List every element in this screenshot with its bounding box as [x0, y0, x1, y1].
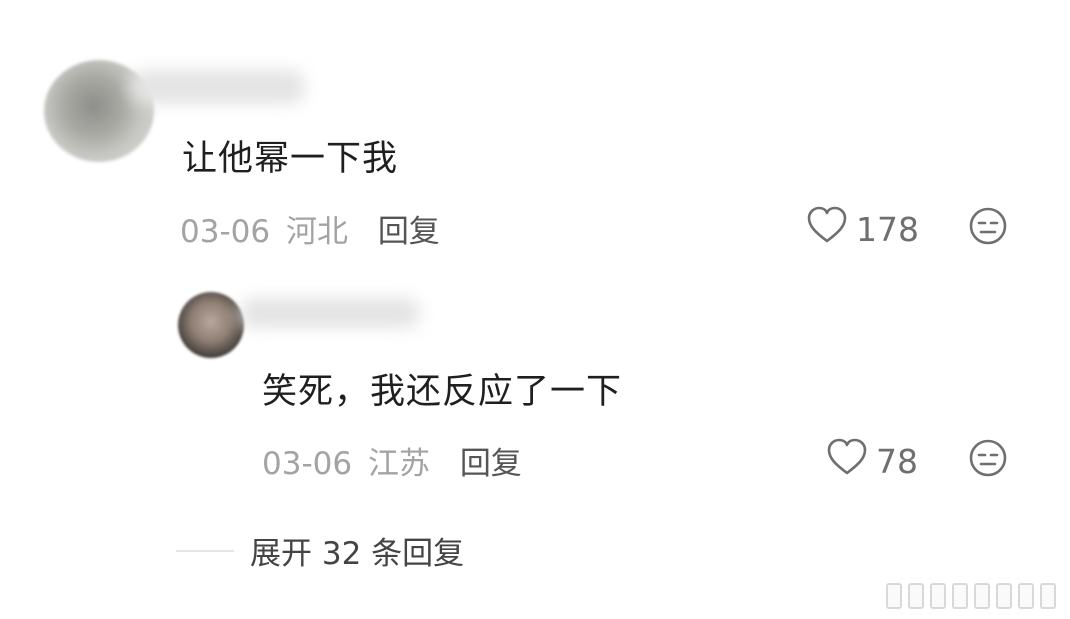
reply-location: 江苏 [367, 446, 430, 482]
watermark-block [886, 583, 902, 609]
reply-avatar[interactable] [178, 292, 244, 358]
reply-text: 笑死，我还反应了一下 [262, 372, 623, 412]
heart-icon [806, 206, 848, 252]
meh-face-icon[interactable] [968, 206, 1008, 250]
watermark-block [952, 583, 968, 609]
like-button[interactable]: 178 [806, 206, 919, 252]
watermark-block [1018, 583, 1034, 609]
watermark [886, 583, 1056, 609]
heart-icon [826, 438, 868, 484]
watermark-block [930, 583, 946, 609]
reply-date: 03-06 [262, 446, 353, 482]
watermark-block [1040, 583, 1056, 609]
reply-reply-button[interactable]: 回复 [460, 446, 522, 482]
meh-face-icon[interactable] [968, 438, 1008, 482]
username-redacted[interactable] [130, 70, 305, 104]
reply-button[interactable]: 回复 [378, 214, 440, 250]
watermark-block [996, 583, 1012, 609]
comment-date: 03-06 [180, 214, 271, 250]
reply-like-button[interactable]: 78 [826, 438, 918, 484]
divider-line [176, 549, 234, 552]
watermark-block [974, 583, 990, 609]
watermark-block [908, 583, 924, 609]
expand-replies-label: 展开 32 条回复 [250, 536, 465, 572]
reply-meta: 03-06 江苏 回复 [262, 438, 522, 483]
comment-location: 河北 [285, 214, 348, 250]
reply-username-redacted[interactable] [240, 298, 420, 328]
comment-meta: 03-06 河北 回复 [180, 206, 440, 251]
reply-like-count: 78 [876, 441, 918, 481]
expand-replies-button[interactable]: 展开 32 条回复 [176, 528, 464, 573]
like-count: 178 [856, 209, 919, 249]
comment-text: 让他幂一下我 [182, 139, 399, 179]
